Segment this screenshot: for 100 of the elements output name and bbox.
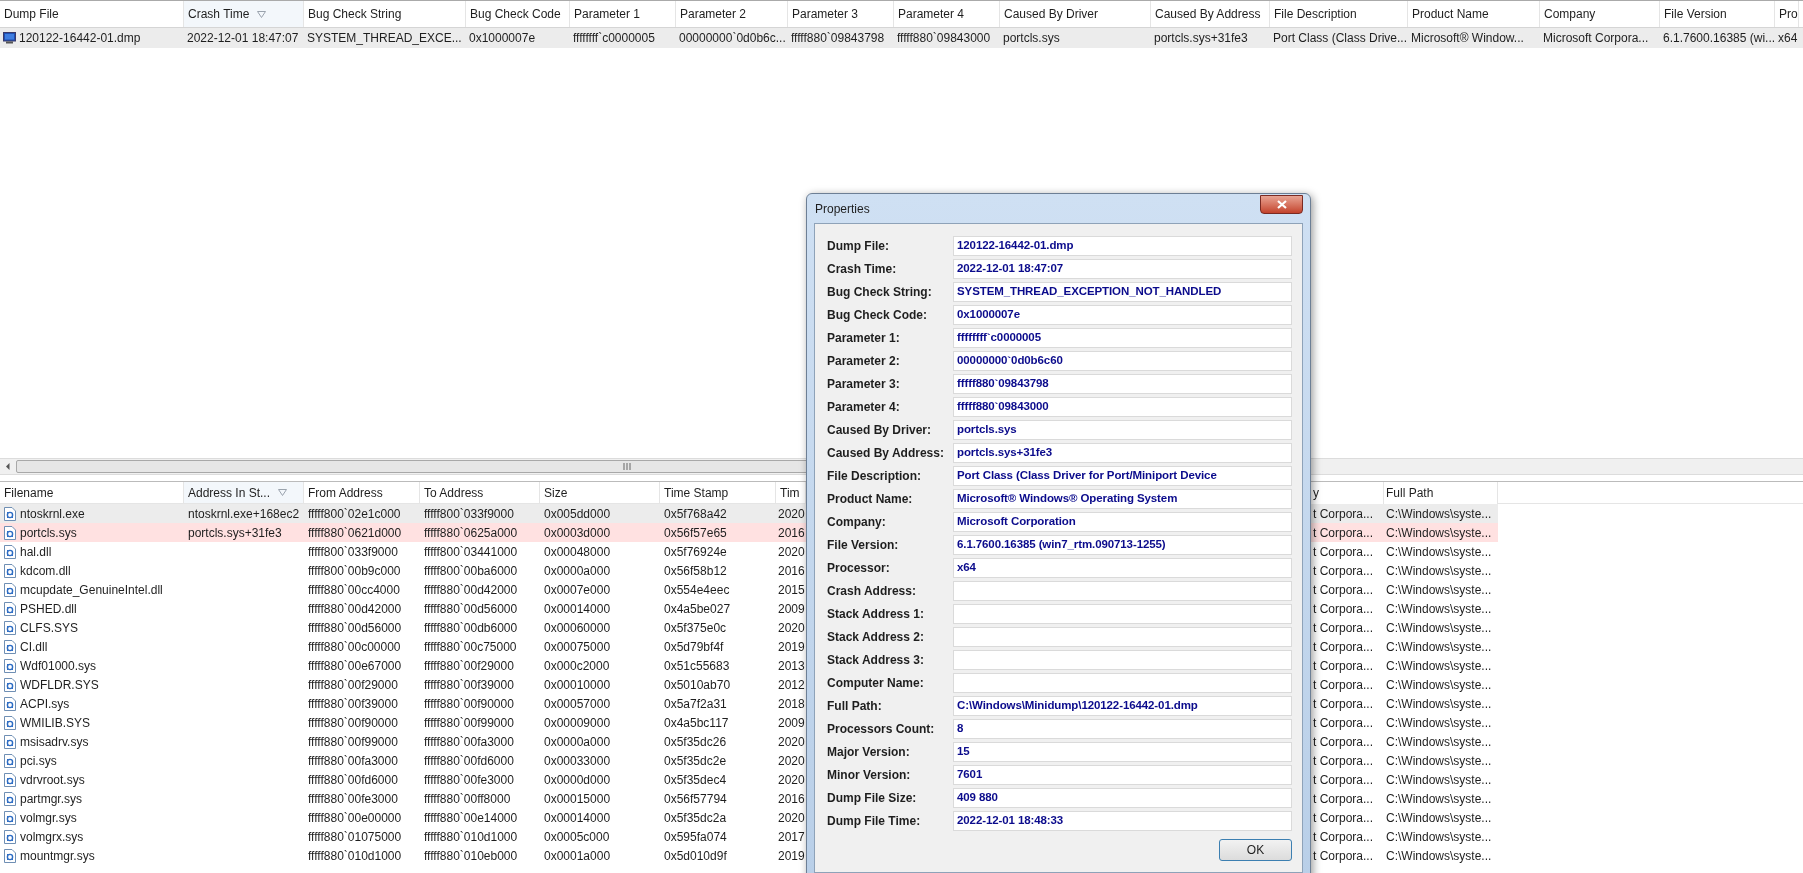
table-cell-text: C:\Windows\syste... [1386,714,1492,732]
table-cell-text: WDFLDR.SYS [20,676,99,694]
table-cell-text: 2022-12-01 18:47:07 [187,30,299,47]
table-cell-text: portcls.sys+31fe3 [188,524,282,542]
table-cell-text: 2012 [778,676,805,694]
table-cell-text: 0x0000a000 [544,562,611,580]
table-cell-text: 2020 [778,752,805,770]
table-cell-text: C:\Windows\syste... [1386,733,1492,751]
table-cell-text: C:\Windows\syste... [1386,847,1492,865]
table-cell-text: CLFS.SYS [20,619,79,637]
table-cell-text: t Corpora... [1313,752,1374,770]
table-cell-text: 0x0000a000 [544,733,611,751]
table-cell-text: portcls.sys+31fe3 [1154,30,1248,47]
table-cell-text: fffff880`00cc4000 [308,581,400,599]
table-cell-text: C:\Windows\syste... [1386,543,1492,561]
table-cell-text: 0x5f35dc2a [664,809,727,827]
table-cell-text: 2020 [778,505,805,523]
table-cell-text: x64 [1778,30,1798,47]
table-cell-text: partmgr.sys [20,790,82,808]
table-cell-text: 0x00048000 [544,543,611,561]
table-cell-text: fffff880`00f90000 [424,695,514,713]
field-label: Parameter 3: [827,375,901,393]
table-cell-text: 2020 [778,771,805,789]
table-cell-text: t Corpora... [1313,600,1374,618]
table-cell-text: fffff880`09843000 [897,30,991,47]
table-cell-text: 0x5f35dec4 [664,771,727,789]
table-cell-text: PSHED.dll [20,600,77,618]
table-cell-text: 2020 [778,733,805,751]
table-cell-text: C:\Windows\syste... [1386,600,1492,618]
table-cell-text: 0x5f375e0c [664,619,727,637]
table-cell-text: fffff800`03441000 [424,543,518,561]
table-cell-text: ACPI.sys [20,695,70,713]
table-cell-text: 2020 [778,809,805,827]
table-cell-text: fffff880`00f99000 [424,714,514,732]
table-cell-text: Port Class (Class Drive... [1273,30,1408,47]
table-cell-text: 0x595fa074 [664,828,727,846]
table-cell-text: fffff880`00fe3000 [308,790,398,808]
table-cell-text: t Corpora... [1313,638,1374,656]
table-cell-text: 0x00057000 [544,695,611,713]
table-cell-text: 0x0003d000 [544,524,611,542]
table-cell-text: t Corpora... [1313,828,1374,846]
table-cell-text: C:\Windows\syste... [1386,524,1492,542]
table-cell-text: t Corpora... [1313,714,1374,732]
table-cell-text: t Corpora... [1313,505,1374,523]
table-cell-text: t Corpora... [1313,695,1374,713]
table-cell-text: ffffffff`c0000005 [573,30,655,47]
field-label: File Description: [827,467,922,485]
table-cell-text: 0x5f35dc2e [664,752,727,770]
table-cell-text: C:\Windows\syste... [1386,562,1492,580]
table-cell-text: t Corpora... [1313,562,1374,580]
table-cell-text: t Corpora... [1313,524,1374,542]
field-label: Parameter 1: [827,329,901,347]
table-cell-text: 2009 [778,600,805,618]
table-cell-text: 6.1.7600.16385 (wi... [1663,30,1776,47]
table-cell-text: fffff880`00f39000 [424,676,514,694]
table-cell-text: fffff800`033f9000 [424,505,514,523]
table-cell-text: 2016 [778,562,805,580]
table-cell-text: fffff880`00e14000 [424,809,518,827]
table-cell-text: t Corpora... [1313,771,1374,789]
table-cell-text: C:\Windows\syste... [1386,505,1492,523]
table-cell-text: 0x00060000 [544,619,611,637]
table-cell-text: fffff880`00fa3000 [424,733,514,751]
table-cell-text: t Corpora... [1313,733,1374,751]
table-cell-text: C:\Windows\syste... [1386,809,1492,827]
table-cell-text: 0x00014000 [544,600,611,618]
table-cell-text: 0x56f58b12 [664,562,727,580]
table-cell-text: 2020 [778,543,805,561]
table-cell-text: 0x0005c000 [544,828,610,846]
field-label: Dump File Time: [827,812,922,830]
table-cell-text: fffff800`02e1c000 [308,505,401,523]
table-cell-text: fffff880`010d1000 [424,828,518,846]
table-cell-text: fffff880`00db6000 [424,619,518,637]
field-label: Caused By Driver: [827,421,933,439]
table-cell-text: Microsoft Corpora... [1543,30,1649,47]
table-cell-text: 0x0001a000 [544,847,611,865]
field-label: Parameter 4: [827,398,901,416]
field-label: Caused By Address: [827,444,945,462]
table-cell-text: 0x4a5be027 [664,600,731,618]
table-cell-text: C:\Windows\syste... [1386,638,1492,656]
table-cell-text: fffff880`01075000 [308,828,402,846]
table-cell-text: 2015 [778,581,805,599]
table-cell-text: 0x5a7f2a31 [664,695,727,713]
table-cell-text: volmgr.sys [20,809,77,827]
table-cell-text: msisadrv.sys [20,733,89,751]
table-cell-text: 2009 [778,714,805,732]
table-cell-text: fffff880`00fd6000 [308,771,398,789]
table-cell-text: fffff880`00d42000 [308,600,402,618]
table-cell-text: 2016 [778,524,805,542]
field-label: Dump File: [827,237,890,255]
table-cell-text: fffff880`00f29000 [308,676,398,694]
table-cell-text: fffff880`00c75000 [424,638,517,656]
table-cell-text: 0x5d010d9f [664,847,727,865]
table-cell-text: volmgrx.sys [20,828,84,846]
field-label: Full Path: [827,697,883,715]
table-cell-text: 0x0000d000 [544,771,611,789]
table-cell-text: C:\Windows\syste... [1386,676,1492,694]
table-cell-text: 0x56f57794 [664,790,727,808]
table-cell-text: 2017 [778,828,805,846]
table-cell-text: t Corpora... [1313,676,1374,694]
table-cell-text: 0x51c55683 [664,657,730,675]
